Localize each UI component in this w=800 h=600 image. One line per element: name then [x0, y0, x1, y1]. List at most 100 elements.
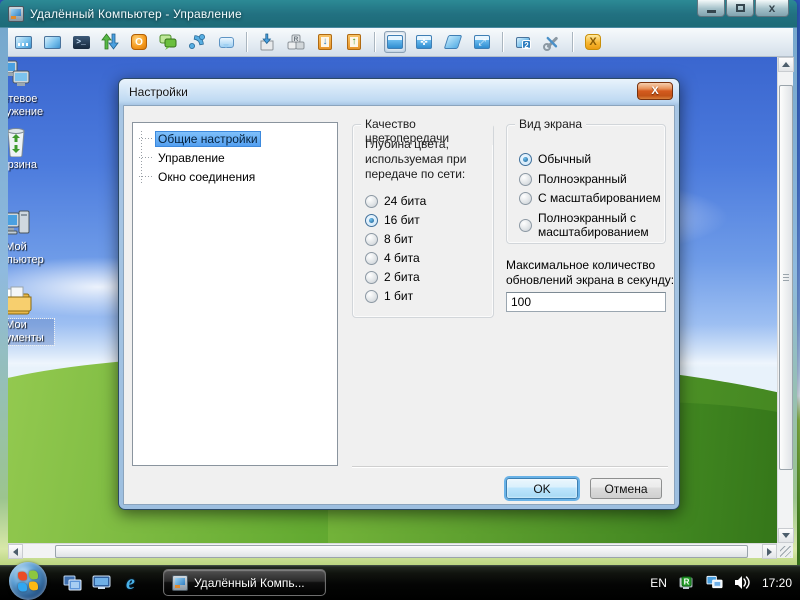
desktop-icon-my-computer[interactable]: Мой компьютер [8, 207, 54, 267]
file-download-icon[interactable] [256, 31, 278, 53]
ok-button[interactable]: OK [506, 478, 578, 499]
radio-icon [365, 214, 378, 227]
fps-label: Максимальное количество обновлений экран… [506, 258, 676, 288]
desktop-icon-recycle-bin[interactable]: Корзина [8, 125, 54, 172]
maximize-button[interactable] [726, 0, 754, 17]
monitors-2-icon[interactable]: 2 [512, 31, 534, 53]
radmin-tray-icon[interactable]: R [678, 575, 695, 591]
cubes-icon[interactable]: R [285, 31, 307, 53]
radio-icon [519, 173, 532, 186]
network-neighborhood-icon [8, 59, 33, 91]
tree-item-control[interactable]: Управление [139, 148, 335, 167]
svg-text:R: R [294, 36, 299, 43]
desktop-icon-network[interactable]: Сетевое окружение [8, 59, 54, 119]
remote-control-icon[interactable] [12, 31, 34, 53]
maximize-icon [736, 4, 745, 12]
group-title: Вид экрана [515, 117, 586, 131]
dialog-titlebar[interactable]: Настройки [119, 79, 679, 105]
app-icon [172, 575, 188, 591]
settings-tree[interactable]: Общие настройки Управление Окно соединен… [132, 122, 338, 466]
radio-24bit[interactable]: 24 бита [365, 193, 426, 209]
resize-grip[interactable] [777, 543, 793, 558]
toolbar-separator [246, 32, 247, 52]
tree-item-connection-window[interactable]: Окно соединения [139, 167, 335, 186]
clock[interactable]: 17:20 [762, 576, 792, 590]
view-stretch-icon[interactable]: ✜ [413, 31, 435, 53]
radio-view-scaled[interactable]: С масштабированием [519, 190, 661, 206]
radio-1bit[interactable]: 1 бит [365, 288, 413, 304]
screen-view-group: Вид экрана Обычный Полноэкранный С масшт… [506, 124, 666, 244]
scroll-left-icon [13, 548, 18, 556]
view-normal-icon[interactable] [384, 31, 406, 53]
radio-icon [365, 195, 378, 208]
close-button[interactable]: x [755, 0, 789, 17]
clipboard-copy-icon[interactable]: ↑ [343, 31, 365, 53]
minimize-icon [707, 10, 716, 13]
telnet-icon[interactable]: >_ [70, 31, 92, 53]
text-chat-icon[interactable] [157, 31, 179, 53]
exit-icon[interactable]: X [582, 31, 604, 53]
radio-view-fullscreen-scaled[interactable]: Полноэкранный с масштабированием [519, 211, 659, 239]
switch-windows-icon[interactable] [62, 572, 83, 593]
radio-16bit[interactable]: 16 бит [365, 212, 420, 228]
dialog-separator [352, 466, 668, 467]
system-tray: EN R 17:20 [650, 565, 792, 600]
view-only-icon[interactable] [41, 31, 63, 53]
settings-tools-icon[interactable] [541, 31, 563, 53]
window-titlebar[interactable]: Удалённый Компьютер - Управление x [0, 0, 797, 28]
horizontal-scroll-thumb[interactable] [55, 545, 748, 558]
radio-icon [519, 219, 532, 232]
desktop-icon-label: Мои документы [8, 319, 54, 345]
clipboard-paste-icon[interactable]: ↓ [314, 31, 336, 53]
dialog-title: Настройки [129, 85, 188, 99]
scroll-up-button[interactable] [778, 57, 794, 72]
radio-icon [519, 153, 532, 166]
horizontal-scrollbar[interactable] [8, 543, 777, 558]
taskbar-button-remote-computer[interactable]: Удалённый Компь... [163, 569, 326, 596]
desktop-icon-label: Мой компьютер [8, 241, 54, 267]
radio-2bit[interactable]: 2 бита [365, 269, 420, 285]
radio-view-fullscreen[interactable]: Полноэкранный [519, 171, 627, 187]
send-message-icon[interactable] [215, 31, 237, 53]
scroll-left-button[interactable] [8, 544, 23, 559]
radio-8bit[interactable]: 8 бит [365, 231, 413, 247]
dialog-close-button[interactable]: X [637, 82, 673, 100]
radio-icon [365, 290, 378, 303]
radio-view-normal[interactable]: Обычный [519, 151, 591, 167]
vertical-scroll-thumb[interactable] [779, 85, 793, 470]
volume-icon[interactable] [734, 575, 751, 591]
scroll-right-button[interactable] [762, 544, 777, 559]
radio-4bit[interactable]: 4 бита [365, 250, 420, 266]
minimize-button[interactable] [697, 0, 725, 17]
view-scaled-icon[interactable] [442, 31, 464, 53]
fps-input[interactable] [506, 292, 666, 312]
desktop-icon-my-documents[interactable]: Мои документы [8, 285, 54, 345]
desktop-icon-label: Корзина [8, 159, 54, 172]
toolbar-separator [572, 32, 573, 52]
close-icon: x [769, 2, 776, 14]
voice-chat-icon[interactable] [186, 31, 208, 53]
color-depth-description: Глубина цвета, используемая при передаче… [365, 137, 485, 182]
start-button[interactable] [9, 562, 47, 600]
color-quality-group: Качество цветопередачи Глубина цвета, ис… [352, 124, 494, 318]
vertical-scrollbar[interactable] [777, 57, 793, 543]
language-indicator[interactable]: EN [650, 576, 667, 590]
scroll-down-button[interactable] [778, 528, 794, 543]
show-desktop-icon[interactable] [91, 572, 112, 593]
cancel-button[interactable]: Отмена [590, 478, 662, 499]
my-computer-icon [8, 207, 33, 239]
svg-text:R: R [684, 577, 690, 586]
radio-icon [365, 252, 378, 265]
toolbar: >_ O R ↓ ↑ ✜ ⤢ 2 [8, 28, 793, 57]
scroll-down-icon [782, 533, 790, 538]
my-documents-icon [8, 285, 33, 317]
file-transfer-icon[interactable] [99, 31, 121, 53]
shutdown-icon[interactable]: O [128, 31, 150, 53]
scroll-right-icon [767, 548, 772, 556]
tree-item-general[interactable]: Общие настройки [139, 129, 335, 148]
desktop-icon-label: Сетевое окружение [8, 93, 54, 119]
windows-logo-icon [18, 570, 38, 592]
network-icon[interactable] [706, 575, 723, 591]
internet-explorer-icon[interactable]: e [120, 572, 141, 593]
view-fullscreen-icon[interactable]: ⤢ [471, 31, 493, 53]
